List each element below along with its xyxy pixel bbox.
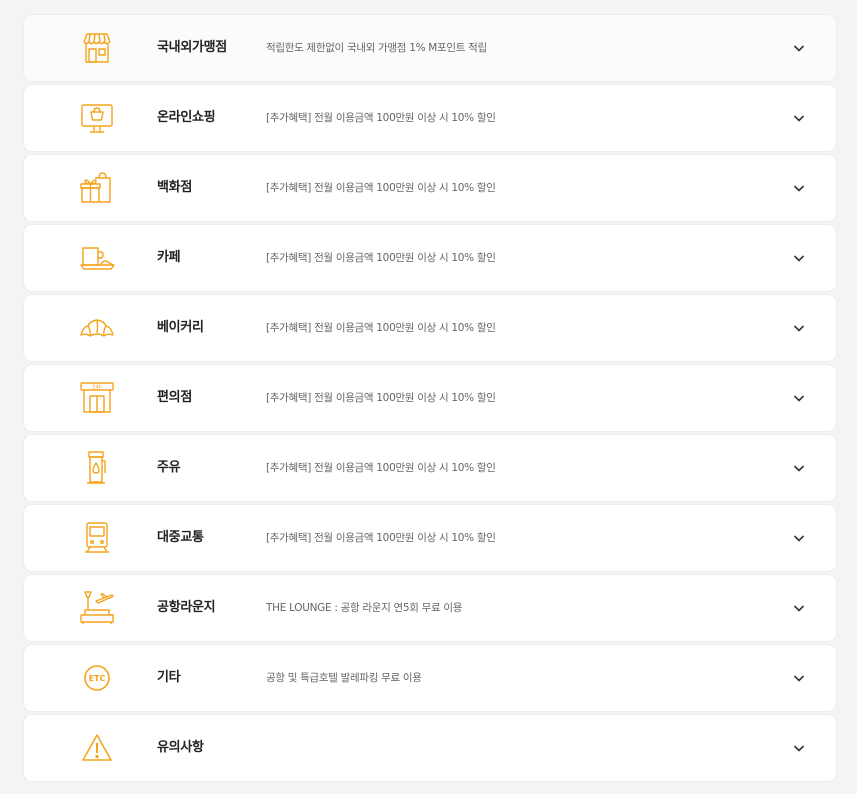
category-name: 기타 bbox=[157, 670, 181, 685]
category-name: 온라인쇼핑 bbox=[157, 110, 216, 125]
chevron-down-icon[interactable] bbox=[792, 741, 806, 755]
category-description: [추가혜택] 전월 이용금액 100만원 이상 시 10% 할인 bbox=[266, 462, 496, 474]
airport-lounge-icon bbox=[78, 589, 116, 627]
storefront-icon bbox=[78, 29, 116, 67]
category-description: [추가혜택] 전월 이용금액 100만원 이상 시 10% 할인 bbox=[266, 182, 496, 194]
category-name: 베이커리 bbox=[157, 320, 204, 335]
fuel-pump-icon bbox=[78, 449, 116, 487]
chevron-down-icon[interactable] bbox=[792, 671, 806, 685]
warning-icon bbox=[78, 729, 116, 767]
coffee-cup-icon bbox=[78, 239, 116, 277]
category-description: [추가혜택] 전월 이용금액 100만원 이상 시 10% 할인 bbox=[266, 252, 496, 264]
category-name: 유의사항 bbox=[157, 740, 204, 755]
accordion-item-convenience-store[interactable]: 24h 편의점 [추가혜택] 전월 이용금액 100만원 이상 시 10% 할인 bbox=[24, 365, 836, 431]
category-name: 카페 bbox=[157, 250, 181, 265]
accordion-item-online-shopping[interactable]: 온라인쇼핑 [추가혜택] 전월 이용금액 100만원 이상 시 10% 할인 bbox=[24, 85, 836, 151]
etc-icon: ETC bbox=[78, 659, 116, 697]
chevron-down-icon[interactable] bbox=[792, 601, 806, 615]
gift-shopping-bag-icon bbox=[78, 169, 116, 207]
chevron-down-icon[interactable] bbox=[792, 321, 806, 335]
store-sign-text: 24h bbox=[92, 385, 102, 391]
category-name: 백화점 bbox=[157, 180, 192, 195]
category-description: THE LOUNGE : 공항 라운지 연5회 무료 이용 bbox=[266, 602, 463, 614]
category-description: 적립한도 제한없이 국내외 가맹점 1% M포인트 적립 bbox=[266, 42, 487, 54]
chevron-down-icon[interactable] bbox=[792, 41, 806, 55]
croissant-icon bbox=[78, 309, 116, 347]
accordion-item-public-transport[interactable]: 대중교통 [추가혜택] 전월 이용금액 100만원 이상 시 10% 할인 bbox=[24, 505, 836, 571]
accordion-item-bakery[interactable]: 베이커리 [추가혜택] 전월 이용금액 100만원 이상 시 10% 할인 bbox=[24, 295, 836, 361]
category-description: [추가혜택] 전월 이용금액 100만원 이상 시 10% 할인 bbox=[266, 112, 496, 124]
chevron-down-icon[interactable] bbox=[792, 251, 806, 265]
category-name: 편의점 bbox=[157, 390, 192, 405]
category-description: [추가혜택] 전월 이용금액 100만원 이상 시 10% 할인 bbox=[266, 392, 496, 404]
category-description: 공항 및 특급호텔 발레파킹 무료 이용 bbox=[266, 672, 422, 684]
chevron-down-icon[interactable] bbox=[792, 391, 806, 405]
accordion-item-airport-lounge[interactable]: 공항라운지 THE LOUNGE : 공항 라운지 연5회 무료 이용 bbox=[24, 575, 836, 641]
benefit-accordion-list: 국내외가맹점 적립한도 제한없이 국내외 가맹점 1% M포인트 적립 온라인쇼… bbox=[0, 0, 857, 794]
train-icon bbox=[78, 519, 116, 557]
online-shopping-monitor-icon bbox=[78, 99, 116, 137]
category-name: 공항라운지 bbox=[157, 600, 216, 615]
category-name: 대중교통 bbox=[157, 530, 204, 545]
category-name: 국내외가맹점 bbox=[157, 40, 227, 55]
etc-badge-text: ETC bbox=[89, 674, 106, 683]
category-description: [추가혜택] 전월 이용금액 100만원 이상 시 10% 할인 bbox=[266, 532, 496, 544]
chevron-down-icon[interactable] bbox=[792, 531, 806, 545]
category-description: [추가혜택] 전월 이용금액 100만원 이상 시 10% 할인 bbox=[266, 322, 496, 334]
accordion-item-others[interactable]: ETC 기타 공항 및 특급호텔 발레파킹 무료 이용 bbox=[24, 645, 836, 711]
convenience-store-icon: 24h bbox=[78, 379, 116, 417]
chevron-down-icon[interactable] bbox=[792, 461, 806, 475]
chevron-down-icon[interactable] bbox=[792, 111, 806, 125]
chevron-down-icon[interactable] bbox=[792, 181, 806, 195]
accordion-item-notice[interactable]: 유의사항 bbox=[24, 715, 836, 781]
category-name: 주유 bbox=[157, 460, 181, 475]
accordion-item-cafe[interactable]: 카페 [추가혜택] 전월 이용금액 100만원 이상 시 10% 할인 bbox=[24, 225, 836, 291]
accordion-item-department-store[interactable]: 백화점 [추가혜택] 전월 이용금액 100만원 이상 시 10% 할인 bbox=[24, 155, 836, 221]
accordion-item-domestic-overseas-merchants[interactable]: 국내외가맹점 적립한도 제한없이 국내외 가맹점 1% M포인트 적립 bbox=[24, 15, 836, 81]
accordion-item-fuel[interactable]: 주유 [추가혜택] 전월 이용금액 100만원 이상 시 10% 할인 bbox=[24, 435, 836, 501]
